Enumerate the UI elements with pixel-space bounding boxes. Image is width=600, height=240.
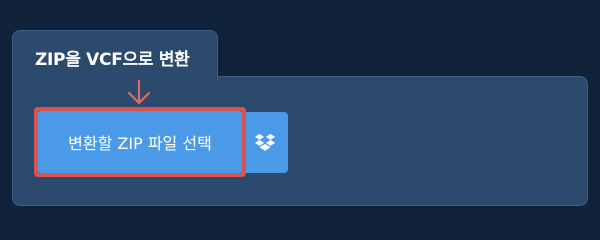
panel-title: ZIP을 VCF으로 변환 — [35, 50, 190, 70]
arrow-down-icon — [127, 80, 151, 105]
dropbox-button[interactable] — [242, 112, 288, 173]
select-button-highlight — [34, 107, 246, 177]
dropbox-icon — [254, 133, 276, 151]
panel-tab: ZIP을 VCF으로 변환 — [12, 30, 218, 80]
